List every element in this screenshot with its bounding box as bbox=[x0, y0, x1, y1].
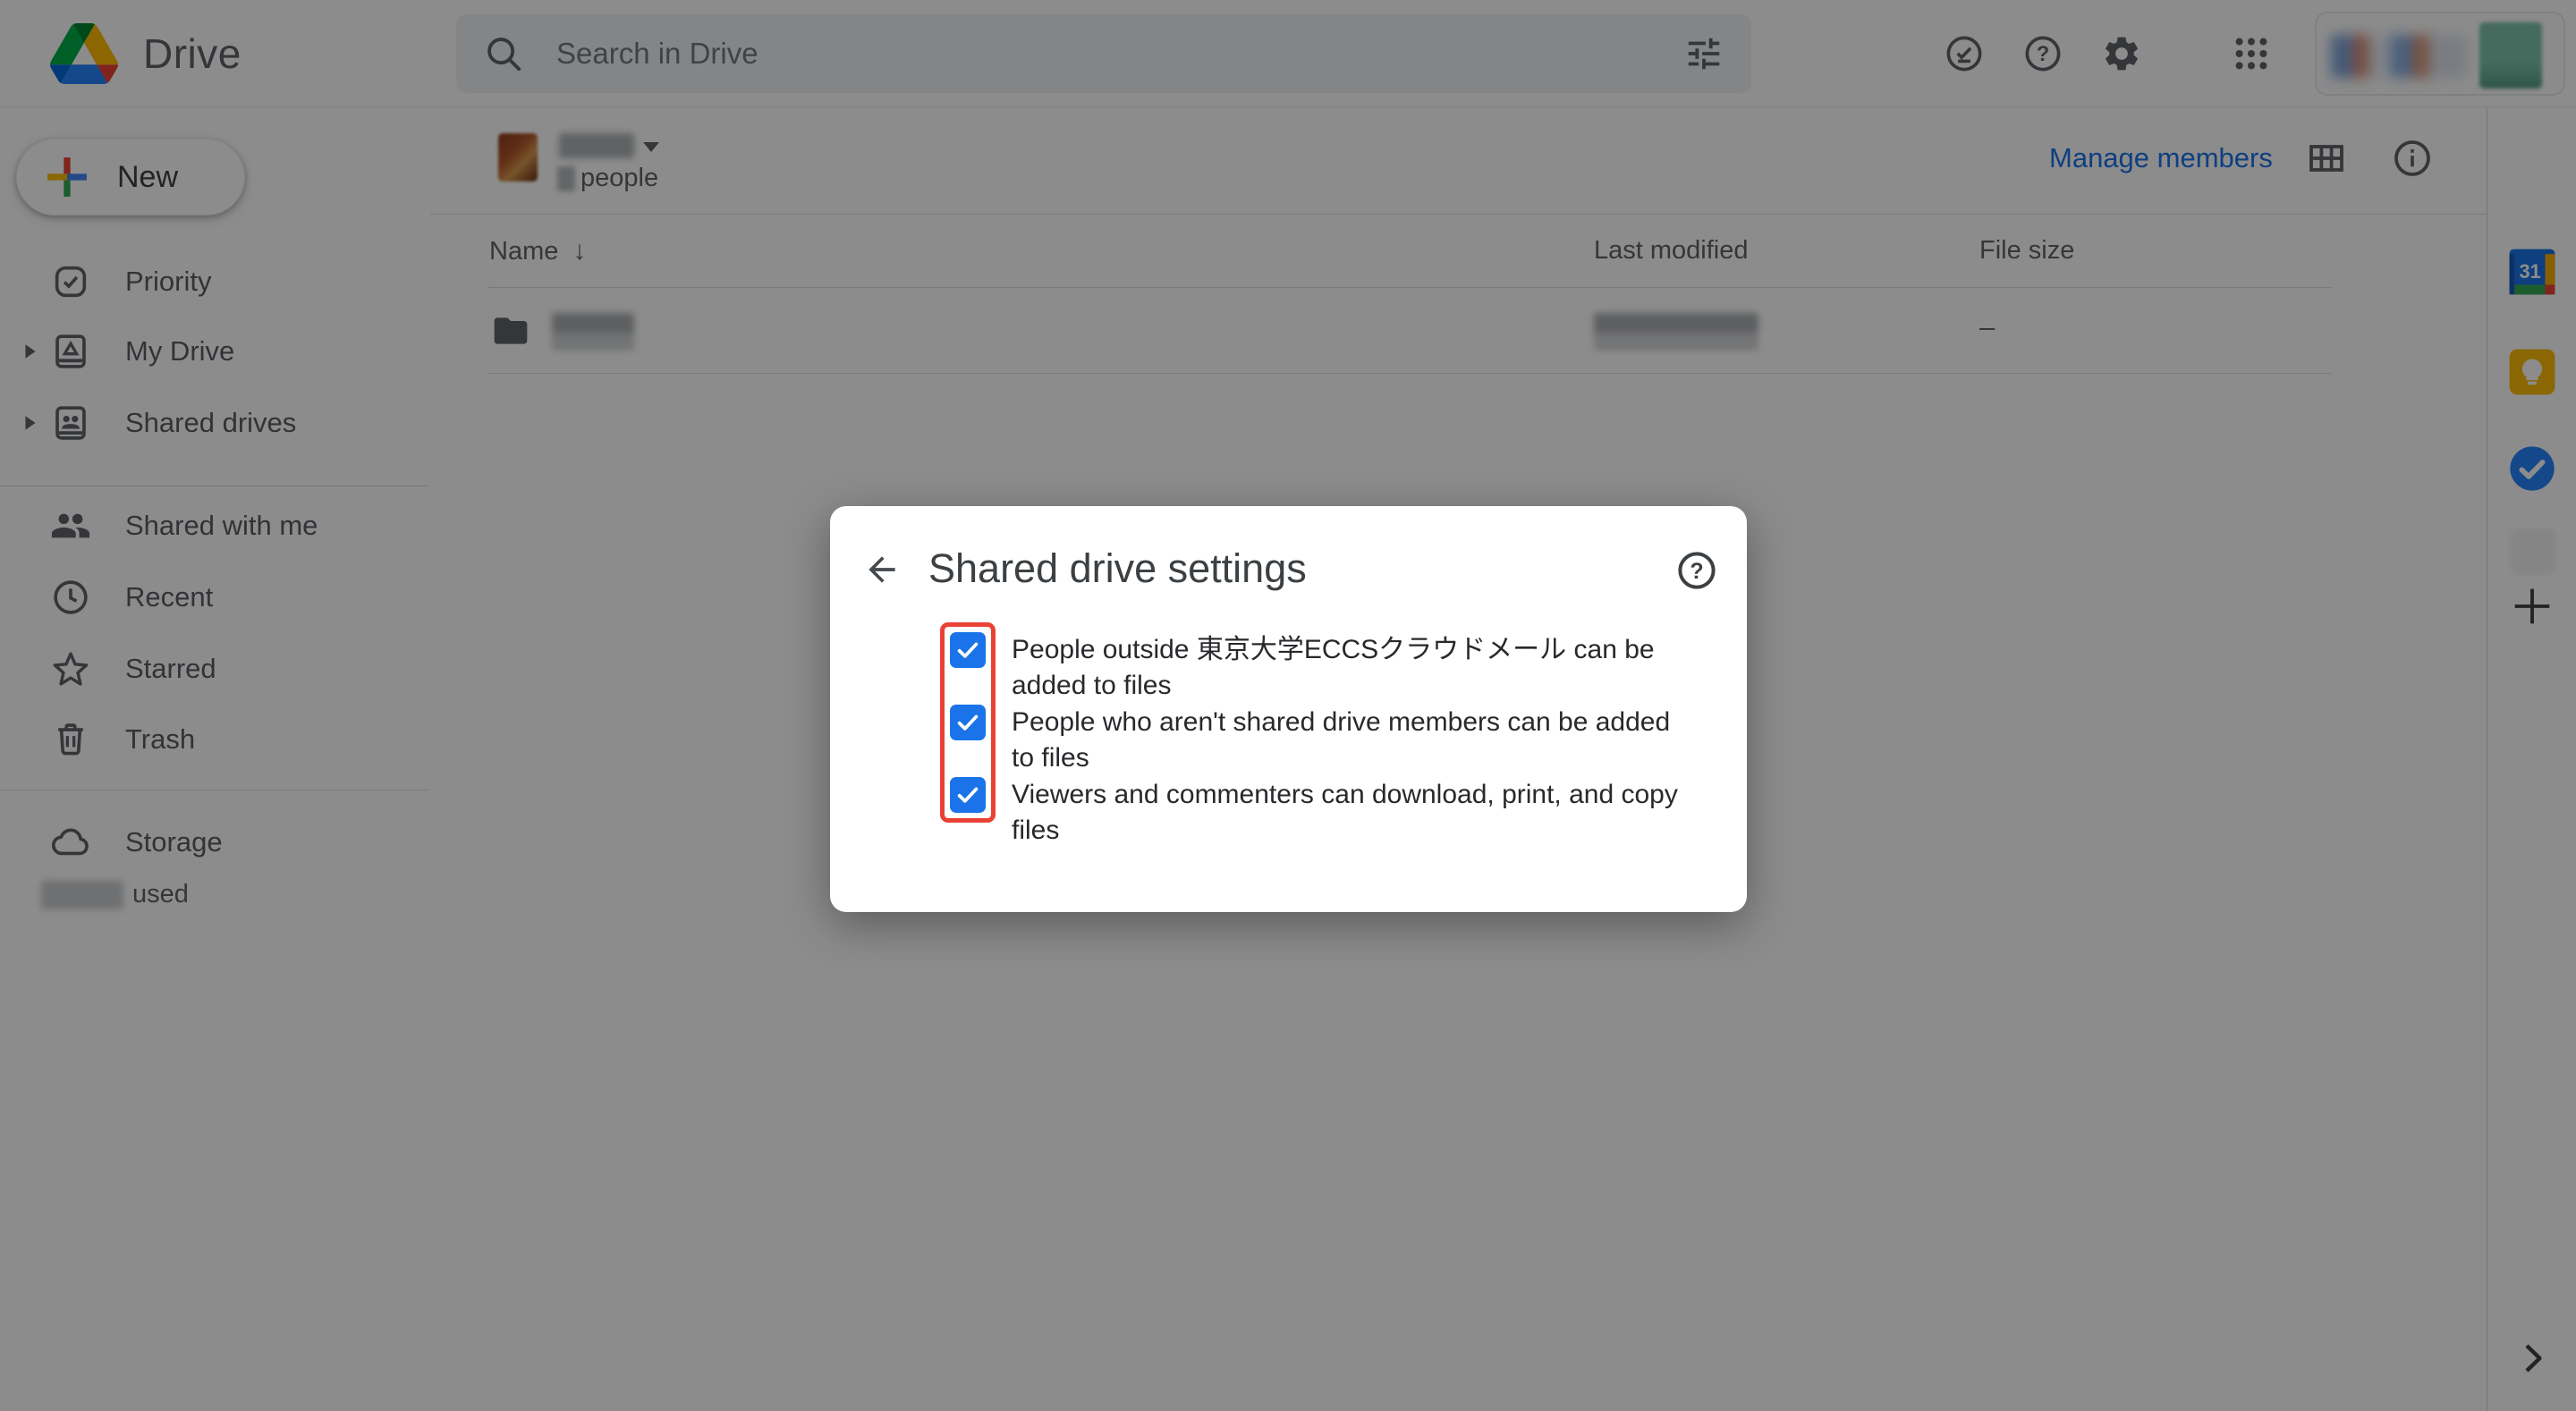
settings-checkbox-list: People outside 東京大学ECCSクラウドメール can be ad… bbox=[950, 632, 1692, 849]
checkbox-outside-org-checked[interactable] bbox=[950, 632, 986, 668]
checkbox-label: People outside 東京大学ECCSクラウドメール can be ad… bbox=[1012, 632, 1678, 704]
dialog-title: Shared drive settings bbox=[928, 545, 1307, 592]
checkbox-label: Viewers and commenters can download, pri… bbox=[1012, 777, 1678, 849]
shared-drive-settings-dialog: Shared drive settings ? People outside 東… bbox=[830, 506, 1747, 912]
checkbox-row-viewers-download: Viewers and commenters can download, pri… bbox=[950, 777, 1692, 849]
checkbox-non-members-checked[interactable] bbox=[950, 705, 986, 740]
svg-text:?: ? bbox=[1690, 559, 1703, 584]
checkbox-viewers-download-checked[interactable] bbox=[950, 777, 986, 813]
checkbox-label: People who aren't shared drive members c… bbox=[1012, 705, 1678, 776]
dialog-help-icon[interactable]: ? bbox=[1675, 549, 1718, 592]
back-arrow-icon[interactable] bbox=[862, 550, 902, 589]
checkbox-row-non-members: People who aren't shared drive members c… bbox=[950, 705, 1692, 776]
checkbox-row-outside-org: People outside 東京大学ECCSクラウドメール can be ad… bbox=[950, 632, 1692, 704]
